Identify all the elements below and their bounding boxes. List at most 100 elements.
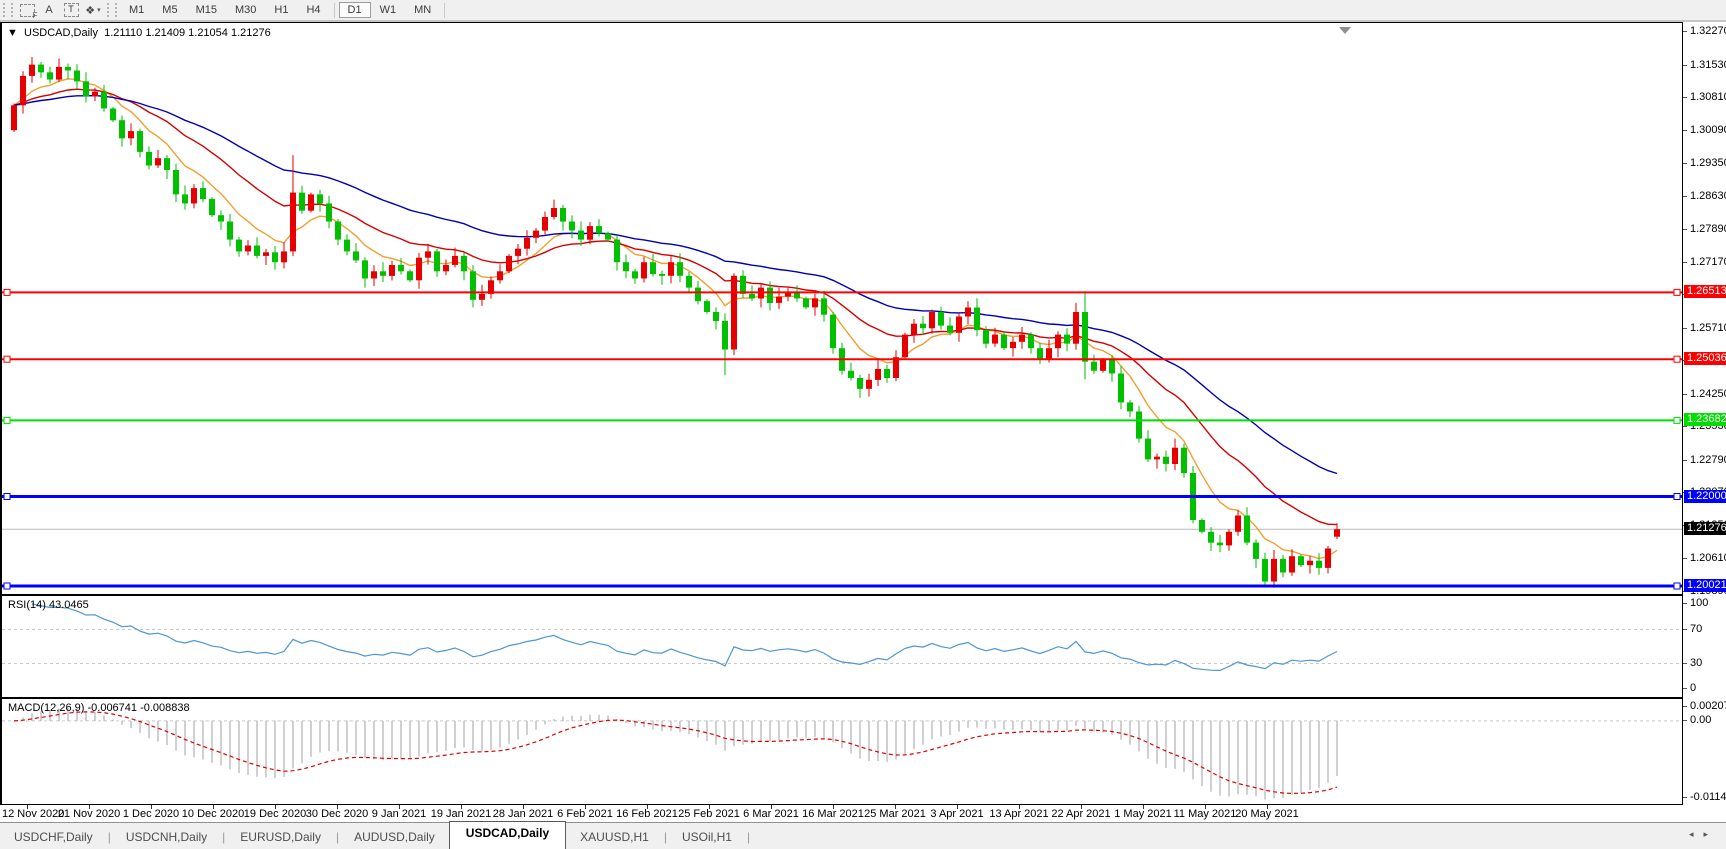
axis-label-macd-0.002074: 0.002074 xyxy=(1690,700,1726,712)
axis-tick-price-1.22070 xyxy=(1683,492,1687,493)
axis-label-price-1.28630: 1.28630 xyxy=(1690,190,1726,202)
macd-main-value: -0.006741 xyxy=(87,702,138,714)
axis-tick-price-1.24250 xyxy=(1683,394,1687,395)
price-chart-panel[interactable] xyxy=(0,22,1683,595)
date-label: 22 Apr 2021 xyxy=(1051,808,1111,820)
axis-tick-rsi-100 xyxy=(1683,603,1687,604)
axis-label-rsi-0: 0 xyxy=(1690,682,1697,694)
symbol-label: USDCAD,Daily xyxy=(24,27,98,39)
axis-tick-price-1.29350 xyxy=(1683,163,1687,164)
axis-tick-rsi-0 xyxy=(1683,688,1687,689)
label-a-icon[interactable]: A xyxy=(38,2,60,18)
timeframe-button-w1[interactable]: W1 xyxy=(371,2,406,18)
collapse-triangle-icon[interactable]: ▼ xyxy=(7,27,18,39)
tab-xauusd-h1[interactable]: XAUUSD,H1 xyxy=(566,826,663,848)
date-label: 19 Jan 2021 xyxy=(430,808,492,820)
date-label: 21 Nov 2020 xyxy=(57,808,121,820)
symbol-tab-bar: USDCHF,Daily | USDCNH,Daily | EURUSD,Daily | A… xyxy=(0,821,1726,849)
axis-tick-macd--0.011462 xyxy=(1683,797,1687,798)
axis-label-price-1.24990: 1.24990 xyxy=(1690,354,1726,366)
tab-usdcad-daily[interactable]: USDCAD,Daily xyxy=(448,821,567,849)
text-box-icon[interactable]: T xyxy=(60,2,82,18)
axis-tick-price-1.28630 xyxy=(1683,196,1687,197)
date-label: 3 Apr 2021 xyxy=(930,808,984,820)
toolbar-grip-2[interactable] xyxy=(107,3,117,17)
cursor-mode-icon[interactable]: ❖ ▾ xyxy=(82,2,104,18)
date-label: 11 May 2021 xyxy=(1173,808,1237,820)
tab-separator: | xyxy=(746,829,751,844)
date-axis: 12 Nov 2020 21 Nov 2020 1 Dec 2020 10 Dec 2… xyxy=(0,805,1726,822)
timeframe-button-d1[interactable]: D1 xyxy=(338,2,371,18)
axis-tick-price-1.26450 xyxy=(1683,294,1687,295)
toolbar-grip[interactable] xyxy=(3,3,13,17)
axis-tick-price-1.27890 xyxy=(1683,229,1687,230)
timeframe-button-h4[interactable]: H4 xyxy=(297,2,329,18)
chart-window-icon[interactable]: F xyxy=(16,2,38,20)
date-label: 25 Mar 2021 xyxy=(864,808,926,820)
axis-tick-price-1.25710 xyxy=(1683,328,1687,329)
rsi-panel[interactable] xyxy=(0,595,1683,698)
price-badge-1.25036: 1.25036 xyxy=(1684,352,1726,365)
axis-tick-rsi-70 xyxy=(1683,629,1687,630)
axis-tick-price-1.31530 xyxy=(1683,65,1687,66)
axis-label-rsi-70: 70 xyxy=(1690,623,1703,635)
date-label: 9 Jan 2021 xyxy=(371,808,427,820)
macd-panel[interactable] xyxy=(0,698,1683,805)
timeframe-button-m15[interactable]: M15 xyxy=(187,2,226,18)
timeframe-button-m1[interactable]: M1 xyxy=(120,2,153,18)
axis-tick-price-1.21350 xyxy=(1683,525,1687,526)
axis-tick-price-1.27170 xyxy=(1683,262,1687,263)
date-label: 12 Nov 2020 xyxy=(2,808,65,820)
timeframe-button-mn[interactable]: MN xyxy=(405,2,440,18)
axis-label-price-1.31530: 1.31530 xyxy=(1690,59,1726,71)
axis-tick-price-1.32270 xyxy=(1683,31,1687,32)
tab-audusd-daily[interactable]: AUDUSD,Daily xyxy=(340,826,449,848)
tab-usdcnh-daily[interactable]: USDCNH,Daily xyxy=(112,826,221,848)
date-label: 6 Mar 2021 xyxy=(743,808,799,820)
timeframe-button-m30[interactable]: M30 xyxy=(226,2,265,18)
high-value: 1.21409 xyxy=(145,27,186,39)
open-value: 1.21110 xyxy=(104,27,143,39)
date-label: 25 Feb 2021 xyxy=(678,808,740,820)
date-label: 10 Dec 2020 xyxy=(181,808,245,820)
axis-label-price-1.22790: 1.22790 xyxy=(1690,454,1726,466)
timeframe-button-m5[interactable]: M5 xyxy=(153,2,186,18)
date-label: 1 May 2021 xyxy=(1114,808,1172,820)
axis-tick-macd-0.00 xyxy=(1683,720,1687,721)
axis-tick-price-1.20610 xyxy=(1683,558,1687,559)
tab-eurusd-daily[interactable]: EURUSD,Daily xyxy=(226,826,335,848)
timeframe-buttons: M1 M5 M15 M30 H1 H4 D1 W1 MN xyxy=(120,2,449,18)
low-value: 1.21054 xyxy=(188,27,228,39)
axis-label-price-1.30810: 1.30810 xyxy=(1690,91,1726,103)
price-badge-bid: 1.21276 xyxy=(1684,522,1726,535)
axis-label-price-1.24250: 1.24250 xyxy=(1690,388,1726,400)
axis-label-price-1.30090: 1.30090 xyxy=(1690,124,1726,136)
date-label: 13 Apr 2021 xyxy=(989,808,1049,820)
price-badge-1.20021: 1.20021 xyxy=(1684,579,1726,592)
axis-label-price-1.25710: 1.25710 xyxy=(1690,322,1726,334)
axis-label-price-1.19890: 1.19890 xyxy=(1690,585,1726,597)
date-label: 30 Dec 2020 xyxy=(305,808,369,820)
axis-label-rsi-100: 100 xyxy=(1690,597,1709,609)
axis-tick-price-1.30090 xyxy=(1683,130,1687,131)
date-label: 1 Dec 2020 xyxy=(122,808,180,820)
axis-label-price-1.23530: 1.23530 xyxy=(1690,420,1726,432)
price-badge-1.26513: 1.26513 xyxy=(1684,285,1726,298)
axis-label-price-1.20610: 1.20610 xyxy=(1690,552,1726,564)
macd-label: MACD(12,26,9) -0.006741 -0.008838 xyxy=(8,702,190,714)
tab-usoil-h1[interactable]: USOil,H1 xyxy=(668,826,746,848)
date-label: 28 Jan 2021 xyxy=(492,808,554,820)
axis-label-price-1.21350: 1.21350 xyxy=(1690,519,1726,531)
axis-label-macd-0.00: 0.00 xyxy=(1690,714,1712,726)
axis-label-price-1.32270: 1.32270 xyxy=(1690,25,1726,37)
axis-label-price-1.26450: 1.26450 xyxy=(1690,288,1726,300)
timeframe-button-h1[interactable]: H1 xyxy=(265,2,297,18)
axis-tick-price-1.30810 xyxy=(1683,97,1687,98)
axis-tick-price-1.19890 xyxy=(1683,591,1687,592)
tab-usdchf-daily[interactable]: USDCHF,Daily xyxy=(0,826,107,848)
price-badge-1.22000: 1.22000 xyxy=(1684,490,1726,503)
axis-label-macd--0.011462: -0.011462 xyxy=(1690,791,1726,803)
date-label: 19 Dec 2020 xyxy=(243,808,307,820)
tab-scroll-arrows[interactable]: ◂▸ xyxy=(1689,829,1718,840)
close-value: 1.21276 xyxy=(230,27,271,39)
